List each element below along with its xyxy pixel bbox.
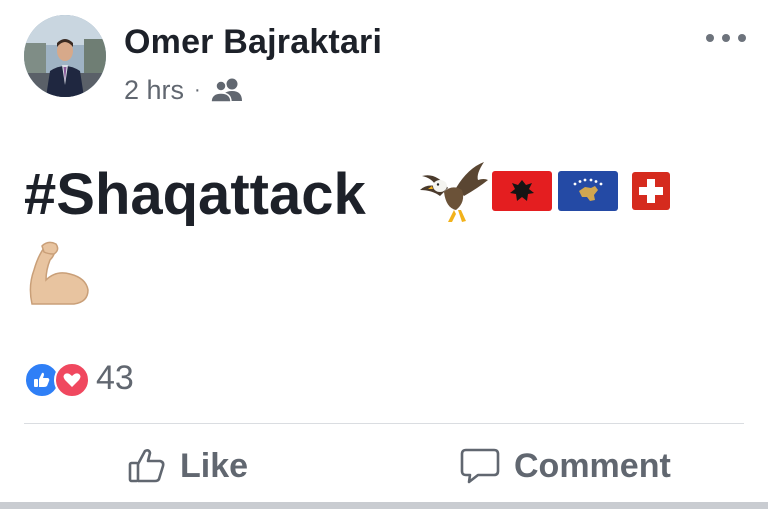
flexed-biceps-emoji	[29, 241, 89, 305]
switzerland-flag-emoji	[632, 172, 670, 210]
comment-button[interactable]: Comment	[460, 440, 671, 492]
post-timestamp[interactable]: 2 hrs	[124, 75, 184, 106]
dot	[722, 34, 730, 42]
comment-icon	[460, 448, 500, 484]
author-name[interactable]: Omer Bajraktari	[124, 23, 382, 62]
reaction-icons	[24, 360, 94, 398]
albania-flag-emoji	[492, 171, 552, 211]
meta-separator: ·	[194, 78, 201, 101]
profile-photo	[24, 15, 106, 97]
post-meta: 2 hrs ·	[124, 73, 244, 107]
kosovo-flag-emoji	[558, 171, 618, 211]
divider	[24, 423, 744, 424]
post-text: #Shaqattack	[24, 162, 366, 227]
friends-icon[interactable]	[209, 77, 244, 103]
more-options-icon[interactable]	[706, 30, 746, 46]
emoji-row	[418, 158, 670, 224]
eagle-emoji	[420, 162, 488, 222]
facebook-post: Omer Bajraktari 2 hrs · #Shaqattack 43 L…	[0, 0, 768, 509]
like-label: Like	[180, 446, 249, 485]
reactions-summary[interactable]: 43	[24, 358, 134, 398]
dot	[738, 34, 746, 42]
comment-label: Comment	[514, 446, 671, 485]
avatar[interactable]	[24, 15, 106, 97]
dot	[706, 34, 714, 42]
like-button[interactable]: Like	[128, 440, 248, 492]
bottom-separator	[0, 502, 768, 509]
reaction-count: 43	[96, 358, 134, 397]
thumbs-up-icon	[128, 449, 165, 483]
love-reaction-icon	[54, 362, 90, 398]
